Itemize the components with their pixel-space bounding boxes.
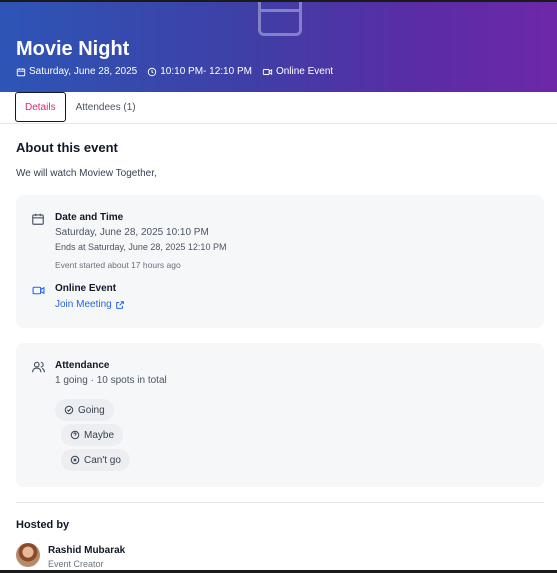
datetime-label: Date and Time [55,212,124,223]
host-name[interactable]: Rashid Mubarak [48,545,125,556]
calendar-icon [32,213,44,225]
help-circle-icon [70,430,80,440]
event-time-text: 10:10 PM- 12:10 PM [160,66,252,77]
event-description: We will watch Moview Together, [16,168,157,179]
cant-go-label: Can't go [84,454,121,466]
divider [16,502,544,503]
calendar-icon [16,67,26,76]
going-label: Going [78,404,105,416]
users-icon [32,361,45,373]
datetime-start: Saturday, June 28, 2025 10:10 PM [55,227,209,238]
check-circle-icon [64,405,74,415]
datetime-end: Ends at Saturday, June 28, 2025 12:10 PM [55,242,227,252]
hosted-by-title: Hosted by [16,519,70,531]
datetime-card: Date and Time Saturday, June 28, 2025 10… [16,195,544,328]
event-date-text: Saturday, June 28, 2025 [29,66,138,77]
event-status: Event started about 17 hours ago [55,260,181,270]
attendance-card: Attendance 1 going · 10 spots in total G… [16,343,544,487]
host-role: Event Creator [48,559,104,569]
video-icon [262,68,273,75]
video-icon [32,286,45,295]
attendance-label: Attendance [55,360,110,371]
cant-go-button[interactable]: Can't go [61,449,130,471]
event-header: Movie Night Saturday, June 28, 2025 10:1… [0,0,557,92]
calendar-logo-icon [258,2,302,36]
event-meta: Saturday, June 28, 2025 10:10 PM- 12:10 … [16,66,343,77]
maybe-label: Maybe [84,429,115,441]
x-circle-icon [70,455,80,465]
attendance-summary: 1 going · 10 spots in total [55,375,167,386]
tab-details[interactable]: Details [15,92,66,122]
event-type: Online Event [262,66,333,77]
event-date: Saturday, June 28, 2025 [16,66,137,77]
join-meeting-label: Join Meeting [55,299,112,310]
join-meeting-link[interactable]: Join Meeting [55,299,125,310]
event-time: 10:10 PM- 12:10 PM [147,66,252,77]
event-type-text: Online Event [275,66,334,77]
clock-icon [148,67,157,76]
tab-attendees[interactable]: Attendees (1) [67,92,145,123]
online-event-label: Online Event [55,283,117,294]
maybe-button[interactable]: Maybe [61,424,124,446]
event-title: Movie Night [16,38,130,60]
about-title: About this event [16,140,118,155]
tab-bar: Details Attendees (1) [0,92,557,124]
avatar[interactable] [16,543,40,567]
external-link-icon [115,300,124,309]
going-button[interactable]: Going [55,399,114,421]
